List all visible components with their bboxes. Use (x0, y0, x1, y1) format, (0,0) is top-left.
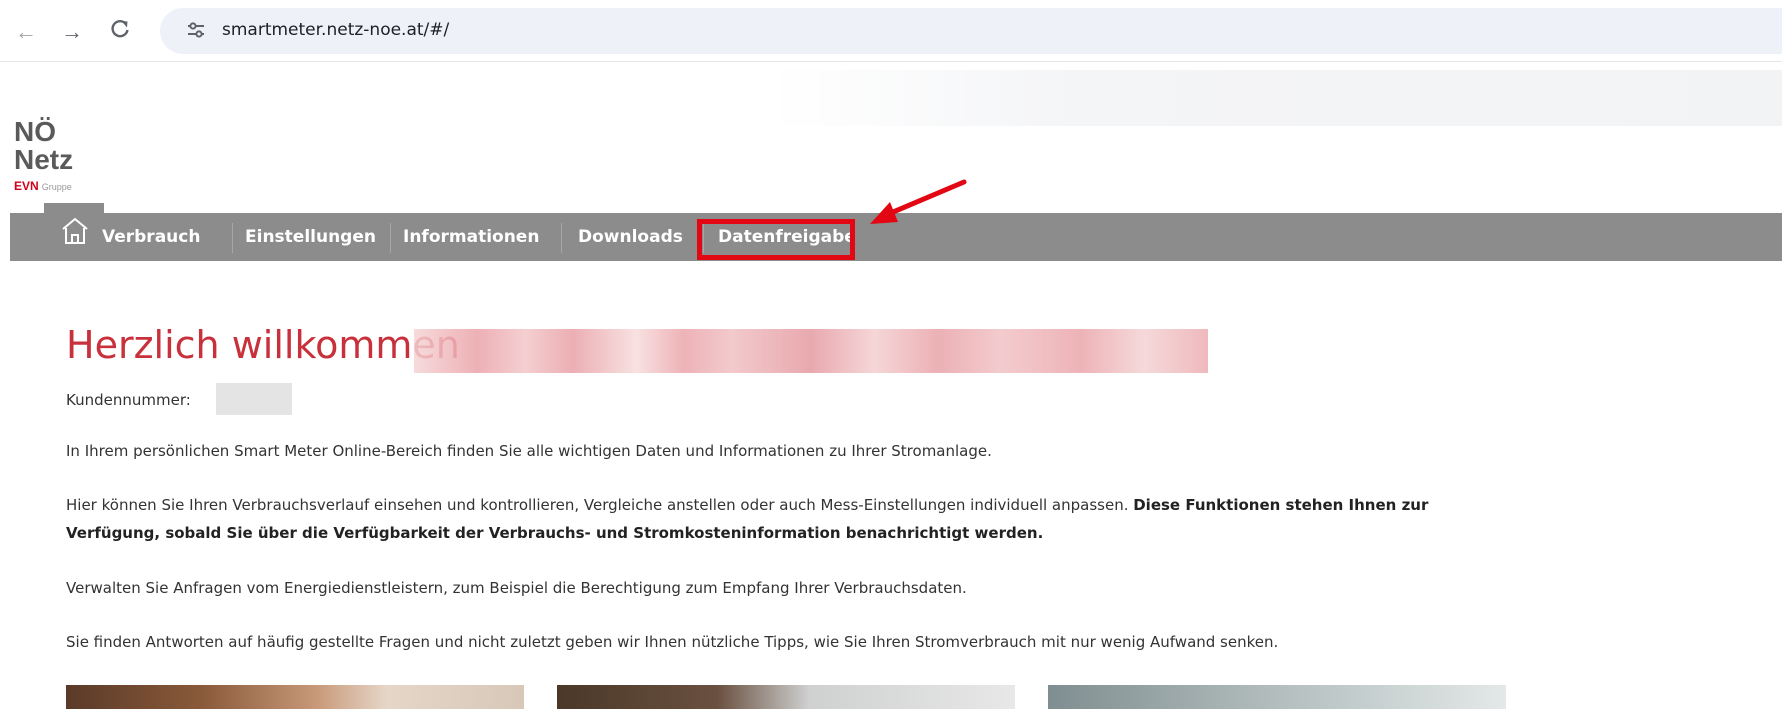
logo-gruppe: Gruppe (41, 182, 72, 192)
nav-item-verbrauch[interactable]: Verbrauch (102, 213, 200, 261)
forward-arrow-icon[interactable]: → (58, 18, 86, 46)
noe-netz-logo[interactable]: NÖ Netz EVN Gruppe (14, 118, 73, 193)
reload-icon[interactable] (106, 18, 134, 46)
home-icon (57, 213, 93, 249)
features-text: Hier können Sie Ihren Verbrauchsverlauf … (66, 496, 1134, 514)
redacted-customer-name (414, 329, 1208, 373)
url-text[interactable]: smartmeter.netz-noe.at/#/ (222, 20, 449, 40)
nav-item-downloads[interactable]: Downloads (578, 213, 683, 261)
logo-evn: EVN (14, 179, 39, 193)
teaser-image-3[interactable] (1048, 685, 1506, 709)
faq-paragraph: Sie finden Antworten auf häufig gestellt… (66, 633, 1279, 651)
features-paragraph: Hier können Sie Ihren Verbrauchsverlauf … (66, 491, 1496, 547)
nav-item-einstellungen[interactable]: Einstellungen (245, 213, 376, 261)
annotation-arrow-icon (870, 179, 967, 224)
intro-paragraph: In Ihrem persönlichen Smart Meter Online… (66, 442, 992, 460)
logo-subline: EVN Gruppe (14, 180, 73, 193)
nav-divider (390, 223, 391, 253)
header-background (770, 70, 1782, 126)
redacted-customer-number (216, 383, 292, 415)
nav-item-informationen[interactable]: Informationen (403, 213, 539, 261)
page-title: Herzlich willkommen (66, 323, 460, 367)
logo-line-1: NÖ (14, 116, 56, 147)
nav-divider (232, 223, 233, 253)
browser-toolbar: ← → smartmeter.netz-noe.at/#/ (0, 0, 1782, 62)
datenfreigabe-highlight-box (697, 219, 855, 260)
back-arrow-icon[interactable]: ← (12, 18, 40, 46)
requests-paragraph: Verwalten Sie Anfragen vom Energiedienst… (66, 579, 967, 597)
address-bar[interactable]: smartmeter.netz-noe.at/#/ (160, 8, 1782, 54)
teaser-image-1[interactable] (66, 685, 524, 709)
home-tab[interactable] (44, 203, 104, 261)
nav-divider (561, 223, 562, 253)
customer-number-label: Kundennummer: (66, 391, 191, 409)
teaser-image-2[interactable] (557, 685, 1015, 709)
logo-line-2: Netz (14, 144, 74, 175)
site-settings-icon[interactable] (186, 20, 206, 40)
